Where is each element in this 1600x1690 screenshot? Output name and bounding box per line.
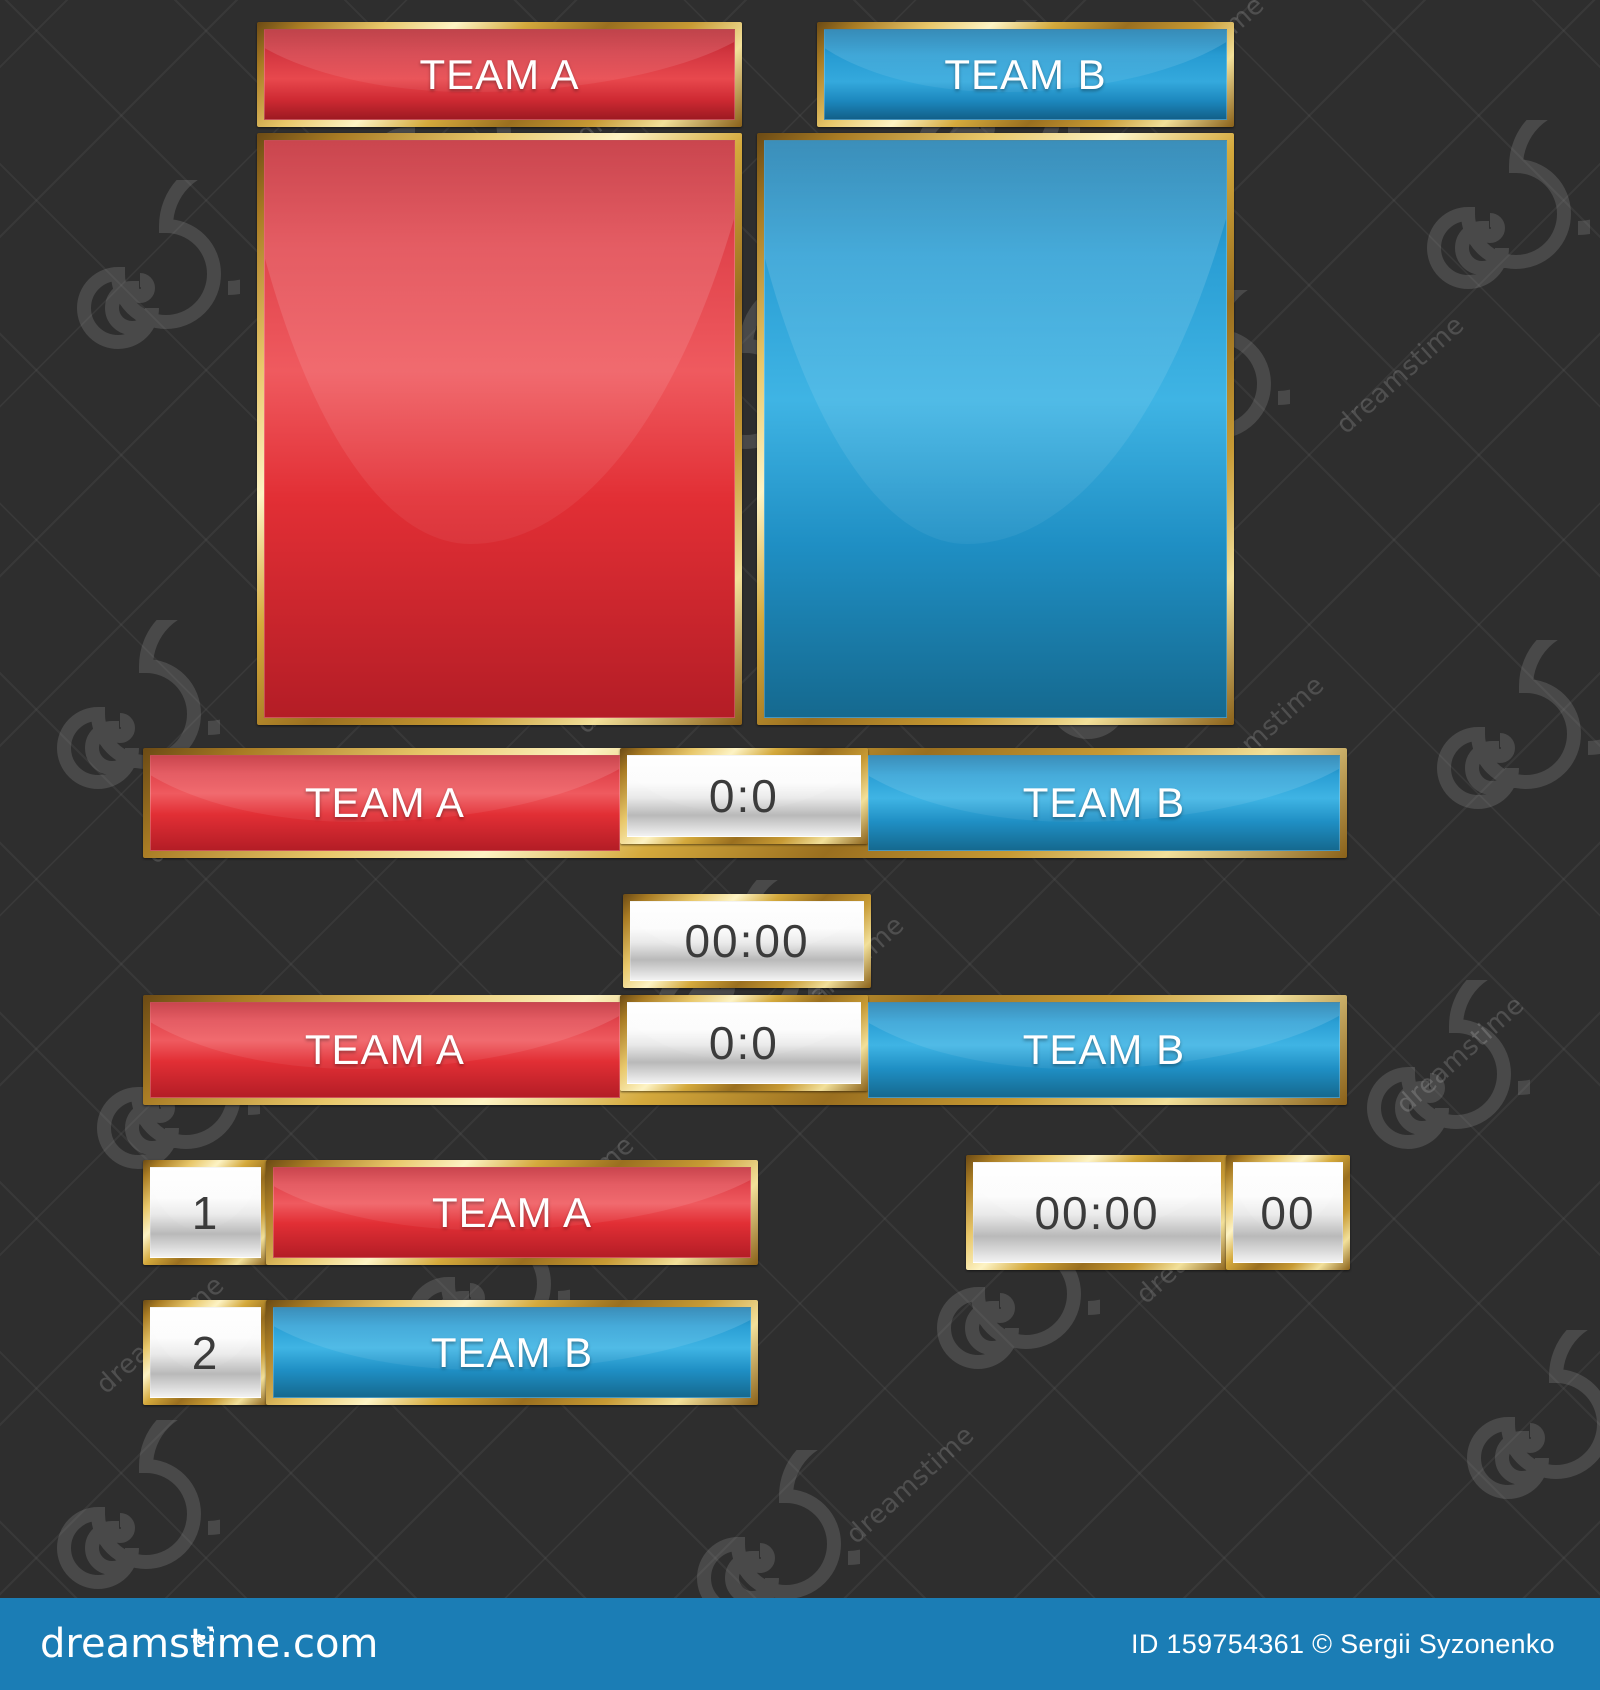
scoreboard-2-team-b-fill: TEAM B [867, 1002, 1340, 1098]
dreamstime-logo: dreamstime.com [40, 1621, 378, 1667]
scoreboard-2-team-b-label: TEAM B [1022, 1026, 1186, 1073]
ranked-row-1-team-fill: TEAM A [273, 1167, 751, 1258]
scoreboard-2-score-frame: 0:0 [619, 995, 868, 1091]
ranked-row-2-team-frame: TEAM B [266, 1300, 758, 1405]
footer-bar: dreamstime.com ID 159754361 © Sergii Syz… [0, 1598, 1600, 1690]
scoreboard-2-score-value: 0:0 [708, 1017, 779, 1069]
ranked-row-1-rank-frame: 1 [143, 1160, 268, 1265]
scoreboard-graphics-sheet: dreamstime dreamstime dreamstime dreamst… [0, 0, 1600, 1690]
scoreboard-1-team-a-label: TEAM A [304, 779, 465, 826]
ranked-row-1-team-frame: TEAM A [266, 1160, 758, 1265]
scoreboard-1-team-a-fill: TEAM A [150, 755, 620, 851]
standalone-timer-fill: 00:00 [630, 901, 864, 981]
team-b-header-label: TEAM B [944, 50, 1107, 98]
scoreboard-2-team-a-label: TEAM A [304, 1026, 465, 1073]
team-b-header-fill: TEAM B [824, 29, 1227, 120]
watermark-text: dreamstime [1330, 309, 1471, 441]
scoreboard-2-frame: TEAM A 0:0 TEAM B [143, 995, 1347, 1105]
timer-panel-seconds-value: 00 [1260, 1186, 1316, 1239]
team-b-header-frame: TEAM B [817, 22, 1234, 127]
team-a-header-fill: TEAM A [264, 29, 735, 120]
scoreboard-2-team-a-fill: TEAM A [150, 1002, 620, 1098]
scoreboard-1-score-frame: 0:0 [619, 748, 868, 844]
ranked-row-2: 2 TEAM B [143, 1300, 758, 1405]
timer-panel-clock-frame: 00:00 [966, 1155, 1228, 1270]
timer-panel-clock-value: 00:00 [1034, 1186, 1160, 1239]
scoreboard-1-score-value: 0:0 [708, 770, 779, 822]
scoreboard-1-score-fill: 0:0 [626, 755, 861, 837]
team-a-header-label: TEAM A [419, 50, 580, 98]
ranked-row-1-team-label: TEAM A [431, 1188, 593, 1236]
team-a-header-frame: TEAM A [257, 22, 742, 127]
scoreboard-1-team-b-label: TEAM B [1022, 779, 1186, 826]
team-b-body-fill [764, 140, 1227, 718]
team-a-body-frame [257, 133, 742, 725]
timer-panel-seconds-fill: 00 [1233, 1162, 1343, 1263]
ranked-row-1-rank-fill: 1 [150, 1167, 261, 1258]
timer-panel: 00:00 00 [966, 1155, 1350, 1270]
ranked-row-2-rank-value: 2 [191, 1326, 220, 1379]
standalone-timer-frame: 00:00 [623, 894, 871, 988]
timer-panel-seconds-frame: 00 [1226, 1155, 1350, 1270]
ranked-row-2-rank-frame: 2 [143, 1300, 268, 1405]
footer-credit: ID 159754361 © Sergii Syzonenko [1131, 1628, 1555, 1659]
ranked-row-2-team-fill: TEAM B [273, 1307, 751, 1398]
ranked-row-2-rank-fill: 2 [150, 1307, 261, 1398]
team-a-body-fill [264, 140, 735, 718]
standalone-timer-value: 00:00 [684, 915, 810, 967]
ranked-row-1: 1 TEAM A [143, 1160, 758, 1265]
team-b-body-frame [757, 133, 1234, 725]
scoreboard-1-frame: TEAM A 0:0 TEAM B [143, 748, 1347, 858]
dreamstime-spiral-icon [192, 1611, 216, 1657]
timer-panel-clock-fill: 00:00 [973, 1162, 1221, 1263]
scoreboard-2-score-fill: 0:0 [626, 1002, 861, 1084]
ranked-row-2-team-label: TEAM B [430, 1328, 594, 1376]
watermark-text: dreamstime [840, 1419, 981, 1551]
watermark-text: dreamstime [1390, 989, 1531, 1121]
ranked-row-1-rank-value: 1 [191, 1186, 220, 1239]
scoreboard-1-team-b-fill: TEAM B [867, 755, 1340, 851]
